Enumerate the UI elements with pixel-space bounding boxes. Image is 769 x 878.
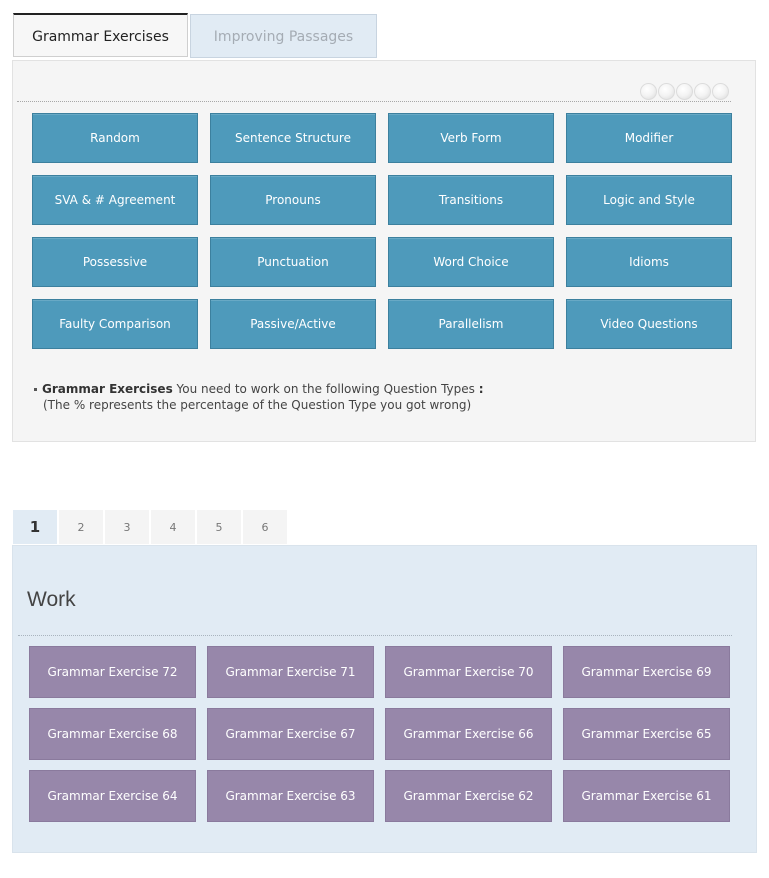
topic-button-idioms[interactable]: Idioms	[566, 237, 732, 287]
topic-button-sva-agreement[interactable]: SVA & # Agreement	[32, 175, 198, 225]
note-line-2: (The % represents the percentage of the …	[43, 398, 472, 412]
tab-improving-passages[interactable]: Improving Passages	[190, 14, 377, 58]
exercise-button[interactable]: Grammar Exercise 72	[29, 646, 196, 698]
exercise-button[interactable]: Grammar Exercise 66	[385, 708, 552, 760]
pager-dot-4[interactable]	[694, 83, 711, 100]
grammar-exercises-panel: Random Sentence Structure Verb Form Modi…	[12, 60, 756, 442]
topic-button-faulty-comparison[interactable]: Faulty Comparison	[32, 299, 198, 349]
pager-dot-5[interactable]	[712, 83, 729, 100]
exercise-button[interactable]: Grammar Exercise 64	[29, 770, 196, 822]
topic-button-pronouns[interactable]: Pronouns	[210, 175, 376, 225]
topic-button-parallelism[interactable]: Parallelism	[388, 299, 554, 349]
topic-button-logic-and-style[interactable]: Logic and Style	[566, 175, 732, 225]
divider	[18, 635, 732, 636]
topic-button-passive-active[interactable]: Passive/Active	[210, 299, 376, 349]
question-type-grid: Random Sentence Structure Verb Form Modi…	[32, 113, 732, 349]
pager-dots	[639, 83, 729, 100]
divider	[17, 101, 731, 102]
pager-dot-1[interactable]	[640, 83, 657, 100]
exercise-button[interactable]: Grammar Exercise 61	[563, 770, 730, 822]
exercise-button[interactable]: Grammar Exercise 67	[207, 708, 374, 760]
page-tabs: 1 2 3 4 5 6	[13, 510, 289, 544]
topic-button-modifier[interactable]: Modifier	[566, 113, 732, 163]
page-tab-2[interactable]: 2	[59, 510, 103, 544]
question-types-note: Grammar Exercises You need to work on th…	[34, 381, 484, 413]
topic-button-verb-form[interactable]: Verb Form	[388, 113, 554, 163]
pager-dot-2[interactable]	[658, 83, 675, 100]
bullet-icon	[34, 388, 37, 391]
exercise-button[interactable]: Grammar Exercise 63	[207, 770, 374, 822]
topic-button-transitions[interactable]: Transitions	[388, 175, 554, 225]
note-text: You need to work on the following Questi…	[172, 382, 479, 396]
topic-button-punctuation[interactable]: Punctuation	[210, 237, 376, 287]
topic-button-word-choice[interactable]: Word Choice	[388, 237, 554, 287]
page-tab-1[interactable]: 1	[13, 510, 57, 544]
exercise-button[interactable]: Grammar Exercise 69	[563, 646, 730, 698]
note-line-1: Grammar Exercises You need to work on th…	[34, 381, 484, 397]
page-tab-3[interactable]: 3	[105, 510, 149, 544]
page-tab-4[interactable]: 4	[151, 510, 195, 544]
exercise-button[interactable]: Grammar Exercise 68	[29, 708, 196, 760]
note-colon: :	[478, 382, 484, 396]
exercise-grid: Grammar Exercise 72 Grammar Exercise 71 …	[29, 646, 730, 822]
page-tab-5[interactable]: 5	[197, 510, 241, 544]
exercise-button[interactable]: Grammar Exercise 71	[207, 646, 374, 698]
work-panel: Work Grammar Exercise 72 Grammar Exercis…	[12, 545, 757, 853]
topic-button-sentence-structure[interactable]: Sentence Structure	[210, 113, 376, 163]
page-tab-6[interactable]: 6	[243, 510, 287, 544]
exercise-button[interactable]: Grammar Exercise 65	[563, 708, 730, 760]
exercise-button[interactable]: Grammar Exercise 62	[385, 770, 552, 822]
topic-button-video-questions[interactable]: Video Questions	[566, 299, 732, 349]
work-title: Work	[27, 588, 76, 611]
tab-grammar-exercises[interactable]: Grammar Exercises	[13, 13, 188, 57]
pager-dot-3[interactable]	[676, 83, 693, 100]
note-bold-label: Grammar Exercises	[42, 382, 173, 396]
exercise-button[interactable]: Grammar Exercise 70	[385, 646, 552, 698]
topic-button-possessive[interactable]: Possessive	[32, 237, 198, 287]
topic-button-random[interactable]: Random	[32, 113, 198, 163]
